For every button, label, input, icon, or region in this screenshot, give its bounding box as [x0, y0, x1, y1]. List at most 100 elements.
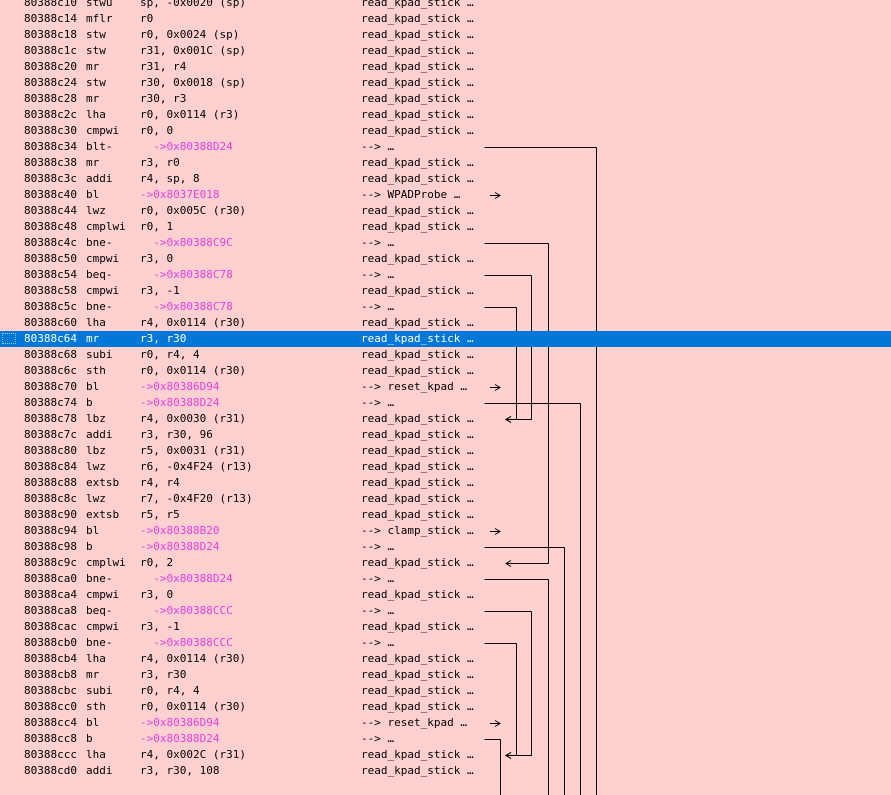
instruction-row[interactable]: 80388c98 b ->0x80388D24 --> … [0, 539, 891, 555]
breakpoint-gutter[interactable] [2, 45, 16, 56]
breakpoint-gutter[interactable] [2, 125, 16, 136]
instruction-row[interactable]: 80388c78 lbz r4, 0x0030 (r31) read_kpad_sti… [0, 411, 891, 427]
instruction-row[interactable]: 80388c48 cmplwi r0, 1 read_kpad_stick … [0, 219, 891, 235]
instruction-row[interactable]: 80388c70 bl ->0x80386D94 --> reset_kpad … [0, 379, 891, 395]
breakpoint-gutter[interactable] [2, 205, 16, 216]
instruction-row[interactable]: 80388cb0 bne- ->0x80388CCC --> … [0, 635, 891, 651]
breakpoint-gutter[interactable] [2, 541, 16, 552]
instruction-row[interactable]: 80388c50 cmpwi r3, 0 read_kpad_stick … [0, 251, 891, 267]
instruction-row[interactable]: 80388c20 mr r31, r4 read_kpad_stick … [0, 59, 891, 75]
breakpoint-gutter[interactable] [2, 269, 16, 280]
breakpoint-gutter[interactable] [2, 653, 16, 664]
disassembly-view[interactable]: 80388c10 stwu sp, -0x0020 (sp) read_kpad_st… [0, 0, 891, 795]
instruction-row[interactable]: 80388c54 beq- ->0x80388C78 --> … [0, 267, 891, 283]
instruction-row[interactable]: 80388c3c addi r4, sp, 8 read_kpad_stick … [0, 171, 891, 187]
breakpoint-gutter[interactable] [2, 317, 16, 328]
instruction-row[interactable]: 80388cb8 mr r3, r30 read_kpad_stick … [0, 667, 891, 683]
instruction-row[interactable]: 80388c64 mr r3, r30 read_kpad_stick … [0, 331, 891, 347]
instruction-row[interactable]: 80388c40 bl ->0x8037E018 --> WPADProbe … [0, 187, 891, 203]
breakpoint-gutter[interactable] [2, 589, 16, 600]
instruction-row[interactable]: 80388c58 cmpwi r3, -1 read_kpad_stick … [0, 283, 891, 299]
instruction-row[interactable]: 80388c24 stw r30, 0x0018 (sp) read_kpad_sti… [0, 75, 891, 91]
breakpoint-gutter[interactable] [2, 733, 16, 744]
breakpoint-gutter[interactable] [2, 397, 16, 408]
breakpoint-gutter[interactable] [2, 765, 16, 776]
instruction-row[interactable]: 80388c34 blt- ->0x80388D24 --> … [0, 139, 891, 155]
breakpoint-gutter[interactable] [2, 221, 16, 232]
breakpoint-gutter[interactable] [2, 621, 16, 632]
instruction-row[interactable]: 80388c2c lha r0, 0x0114 (r3) read_kpad_stic… [0, 107, 891, 123]
instruction-row[interactable]: 80388cc8 b ->0x80388D24 --> … [0, 731, 891, 747]
instruction-row[interactable]: 80388c28 mr r30, r3 read_kpad_stick … [0, 91, 891, 107]
instruction-row[interactable]: 80388c80 lbz r5, 0x0031 (r31) read_kpad_sti… [0, 443, 891, 459]
instruction-row[interactable]: 80388cc0 sth r0, 0x0114 (r30) read_kpad_sti… [0, 699, 891, 715]
breakpoint-gutter[interactable] [2, 13, 16, 24]
breakpoint-gutter[interactable] [2, 637, 16, 648]
breakpoint-gutter[interactable] [2, 509, 16, 520]
instruction-row[interactable]: 80388ca4 cmpwi r3, 0 read_kpad_stick … [0, 587, 891, 603]
breakpoint-gutter[interactable] [2, 285, 16, 296]
instruction-row[interactable]: 80388c8c lwz r7, -0x4F20 (r13) read_kpad_st… [0, 491, 891, 507]
breakpoint-gutter[interactable] [2, 333, 16, 344]
breakpoint-gutter[interactable] [2, 301, 16, 312]
instruction-row[interactable]: 80388cc4 bl ->0x80386D94 --> reset_kpad … [0, 715, 891, 731]
instruction-row[interactable]: 80388c88 extsb r4, r4 read_kpad_stick … [0, 475, 891, 491]
instruction-row[interactable]: 80388c1c stw r31, 0x001C (sp) read_kpad_sti… [0, 43, 891, 59]
instruction-row[interactable]: 80388c44 lwz r0, 0x005C (r30) read_kpad_sti… [0, 203, 891, 219]
instruction-row[interactable]: 80388c90 extsb r5, r5 read_kpad_stick … [0, 507, 891, 523]
instruction-row[interactable]: 80388c68 subi r0, r4, 4 read_kpad_stick … [0, 347, 891, 363]
breakpoint-gutter[interactable] [2, 349, 16, 360]
breakpoint-gutter[interactable] [2, 669, 16, 680]
breakpoint-gutter[interactable] [2, 253, 16, 264]
breakpoint-gutter[interactable] [2, 29, 16, 40]
breakpoint-gutter[interactable] [2, 445, 16, 456]
breakpoint-gutter[interactable] [2, 701, 16, 712]
instruction-row[interactable]: 80388c30 cmpwi r0, 0 read_kpad_stick … [0, 123, 891, 139]
instruction-row[interactable]: 80388c74 b ->0x80388D24 --> … [0, 395, 891, 411]
breakpoint-gutter[interactable] [2, 0, 16, 8]
breakpoint-gutter[interactable] [2, 157, 16, 168]
breakpoint-gutter[interactable] [2, 61, 16, 72]
instruction-address: 80388c5c [24, 300, 77, 313]
instruction-row[interactable]: 80388c94 bl ->0x80388B20 --> clamp_stick … [0, 523, 891, 539]
instruction-row[interactable]: 80388c38 mr r3, r0 read_kpad_stick … [0, 155, 891, 171]
breakpoint-gutter[interactable] [2, 429, 16, 440]
instruction-row[interactable]: 80388c7c addi r3, r30, 96 read_kpad_stick … [0, 427, 891, 443]
instruction-row[interactable]: 80388cb4 lha r4, 0x0114 (r30) read_kpad_sti… [0, 651, 891, 667]
instruction-row[interactable]: 80388cd0 addi r3, r30, 108 read_kpad_stick … [0, 763, 891, 779]
instruction-row[interactable]: 80388ccc lha r4, 0x002C (r31) read_kpad_sti… [0, 747, 891, 763]
instruction-row[interactable]: 80388c6c sth r0, 0x0114 (r30) read_kpad_sti… [0, 363, 891, 379]
instruction-row[interactable]: 80388cbc subi r0, r4, 4 read_kpad_stick … [0, 683, 891, 699]
instruction-row[interactable]: 80388c4c bne- ->0x80388C9C --> … [0, 235, 891, 251]
breakpoint-gutter[interactable] [2, 93, 16, 104]
breakpoint-gutter[interactable] [2, 525, 16, 536]
breakpoint-gutter[interactable] [2, 141, 16, 152]
breakpoint-gutter[interactable] [2, 365, 16, 376]
breakpoint-gutter[interactable] [2, 77, 16, 88]
instruction-row[interactable]: 80388c9c cmplwi r0, 2 read_kpad_stick … [0, 555, 891, 571]
breakpoint-gutter[interactable] [2, 381, 16, 392]
breakpoint-gutter[interactable] [2, 477, 16, 488]
breakpoint-gutter[interactable] [2, 173, 16, 184]
breakpoint-gutter[interactable] [2, 557, 16, 568]
breakpoint-gutter[interactable] [2, 461, 16, 472]
instruction-row[interactable]: 80388c60 lha r4, 0x0114 (r30) read_kpad_sti… [0, 315, 891, 331]
instruction-row[interactable]: 80388c5c bne- ->0x80388C78 --> … [0, 299, 891, 315]
breakpoint-gutter[interactable] [2, 749, 16, 760]
instruction-row[interactable]: 80388c14 mflr r0 read_kpad_stick … [0, 11, 891, 27]
instruction-row[interactable]: 80388c18 stw r0, 0x0024 (sp) read_kpad_stic… [0, 27, 891, 43]
breakpoint-gutter[interactable] [2, 413, 16, 424]
instruction-row[interactable]: 80388ca0 bne- ->0x80388D24 --> … [0, 571, 891, 587]
breakpoint-gutter[interactable] [2, 717, 16, 728]
breakpoint-gutter[interactable] [2, 573, 16, 584]
breakpoint-gutter[interactable] [2, 685, 16, 696]
instruction-row[interactable]: 80388ca8 beq- ->0x80388CCC --> … [0, 603, 891, 619]
breakpoint-gutter[interactable] [2, 109, 16, 120]
instruction-row[interactable]: 80388c10 stwu sp, -0x0020 (sp) read_kpad_st… [0, 0, 891, 11]
breakpoint-gutter[interactable] [2, 605, 16, 616]
breakpoint-gutter[interactable] [2, 189, 16, 200]
breakpoint-gutter[interactable] [2, 493, 16, 504]
breakpoint-gutter[interactable] [2, 237, 16, 248]
instruction-row[interactable]: 80388cac cmpwi r3, -1 read_kpad_stick … [0, 619, 891, 635]
instruction-row[interactable]: 80388c84 lwz r6, -0x4F24 (r13) read_kpad_st… [0, 459, 891, 475]
